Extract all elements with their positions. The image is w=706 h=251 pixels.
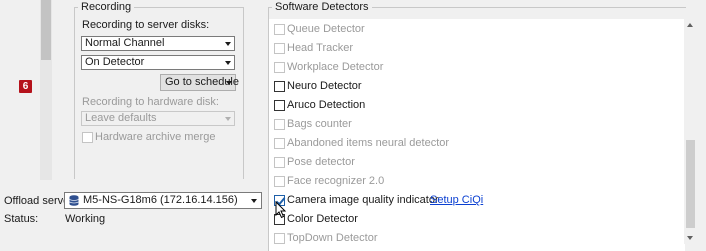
archive-merge-label: Hardware archive merge [95, 131, 216, 143]
offload-server-select[interactable]: M5-NS-G18m6 (172.16.14.156) [64, 192, 262, 209]
detector-list: Queue Detector Head Tracker Workplace De… [269, 19, 685, 251]
detector-checkbox[interactable] [274, 81, 285, 92]
detector-label: Aruco Detection [287, 99, 366, 111]
detector-item[interactable]: Head Tracker [269, 40, 569, 58]
detector-item[interactable]: Face recognizer 2.0 [269, 173, 569, 191]
detector-item[interactable]: Aruco Detection [269, 97, 569, 115]
chevron-down-icon [226, 81, 232, 85]
detector-item[interactable]: Abandoned items neural detector [269, 135, 569, 153]
recording-group-title: Recording [78, 1, 135, 14]
scroll-down-icon[interactable] [687, 236, 693, 240]
database-icon [69, 195, 79, 206]
detector-item[interactable]: Workplace Detector [269, 59, 569, 77]
detector-item[interactable]: Bags counter [269, 116, 569, 134]
detector-item[interactable]: Pose detector [269, 154, 569, 172]
scroll-up-icon[interactable] [687, 23, 693, 27]
detector-label: TopDown Detector [287, 232, 378, 244]
go-to-schedule-button[interactable]: Go to schedule [160, 74, 239, 91]
software-detectors-title: Software Detectors [272, 1, 372, 14]
detector-label: Bags counter [287, 118, 352, 130]
chevron-down-icon [251, 199, 257, 203]
archive-merge-checkbox[interactable] [82, 132, 93, 143]
hardware-disk-select[interactable]: Leave defaults [81, 111, 235, 126]
detector-checkbox[interactable] [274, 62, 285, 73]
offload-server-value: M5-NS-G18m6 (172.16.14.156) [83, 194, 238, 206]
detector-label: Neuro Detector [287, 80, 362, 92]
detector-checkbox[interactable] [274, 233, 285, 244]
detector-label: Workplace Detector [287, 61, 384, 73]
detector-label: Queue Detector [287, 23, 365, 35]
detector-checkbox[interactable] [274, 138, 285, 149]
detector-label: Pose detector [287, 156, 355, 168]
chevron-down-icon [225, 61, 231, 65]
detector-item[interactable]: Neuro Detector [269, 78, 569, 96]
recording-group [74, 7, 244, 179]
detector-checkbox[interactable] [274, 43, 285, 54]
detector-item[interactable]: TopDown Detector [269, 230, 569, 248]
notification-badge: 6 [19, 80, 32, 93]
detector-checkbox[interactable] [274, 119, 285, 130]
setup-ciqi-link[interactable]: Setup CiQi [430, 194, 483, 206]
detector-label: Head Tracker [287, 42, 354, 54]
detector-label: Face recognizer 2.0 [287, 175, 385, 187]
detector-label: Abandoned items neural detector [287, 137, 450, 149]
mouse-cursor-icon [275, 201, 287, 219]
recording-channel-value: Normal Channel [85, 37, 165, 49]
detector-checkbox[interactable] [274, 100, 285, 111]
recording-channel-select[interactable]: Normal Channel [81, 36, 235, 51]
detector-label: Color Detector [287, 213, 358, 225]
status-value: Working [65, 213, 106, 225]
status-label: Status: [4, 213, 39, 225]
left-scrollbar-thumb[interactable] [41, 0, 51, 60]
hardware-disk-label: Recording to hardware disk: [82, 96, 219, 108]
hardware-disk-value: Leave defaults [85, 112, 157, 124]
recording-mode-value: On Detector [85, 56, 145, 68]
recording-mode-select[interactable]: On Detector [81, 55, 235, 70]
detector-item[interactable]: Queue Detector [269, 21, 569, 39]
chevron-down-icon [225, 42, 231, 46]
detector-label: Camera image quality indicator [287, 194, 439, 206]
detector-checkbox[interactable] [274, 24, 285, 35]
detector-item[interactable]: Color Detector [269, 211, 569, 229]
detector-checkbox[interactable] [274, 157, 285, 168]
detector-item[interactable]: Camera image quality indicator [269, 192, 569, 210]
chevron-down-icon [225, 117, 231, 121]
scrollbar-thumb[interactable] [686, 140, 695, 228]
detector-checkbox[interactable] [274, 176, 285, 187]
server-disks-label: Recording to server disks: [82, 19, 210, 31]
